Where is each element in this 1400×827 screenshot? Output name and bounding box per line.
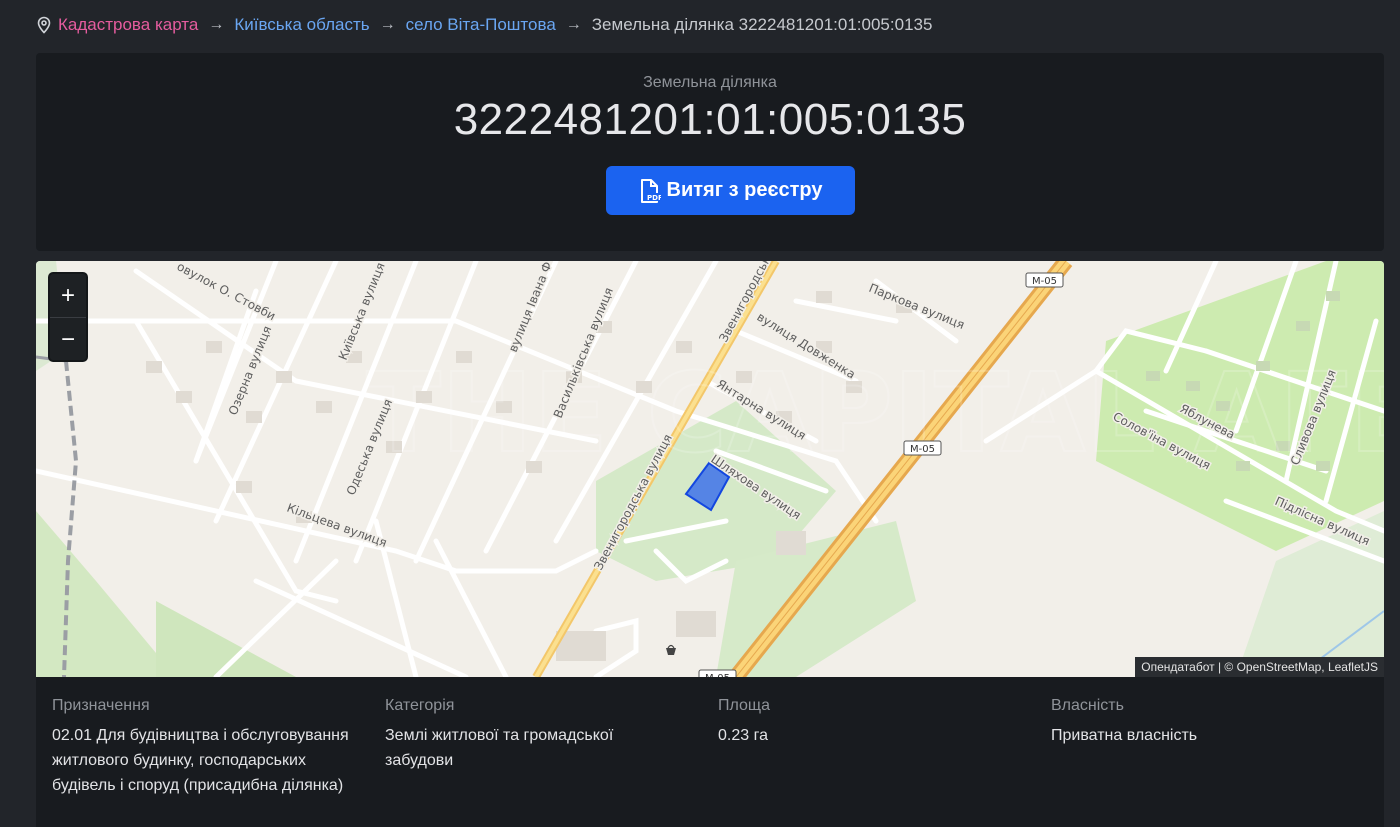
street-label: Кільцева вулиця xyxy=(285,501,389,550)
street-label: Паркова вулиця xyxy=(867,281,967,332)
parcel-subtitle: Земельна ділянка xyxy=(643,74,777,91)
registry-extract-button[interactable]: PDF Витяг з реєстру xyxy=(606,166,855,215)
svg-text:PDF: PDF xyxy=(647,194,661,202)
purpose-value: 02.01 Для будівництва і обслуговування ж… xyxy=(52,727,349,794)
ownership-column: Власність Приватна власність xyxy=(1051,697,1371,748)
parcel-header: Земельна ділянка 3222481201:01:005:0135 … xyxy=(36,53,1384,251)
category-value: Землі житлової та громадської забудови xyxy=(385,727,614,769)
page-title: 3222481201:01:005:0135 xyxy=(453,95,967,144)
breadcrumb-separator: → xyxy=(208,16,225,33)
street-label: вулиця Івана Ф xyxy=(506,261,555,354)
purpose-label: Призначення xyxy=(52,697,150,714)
map-attribution-text[interactable]: Опендатабот | © OpenStreetMap, LeafletJS xyxy=(1141,660,1378,674)
zoom-control: + − xyxy=(48,272,88,362)
map-tiles[interactable]: THE CAPITAL АГЕНТСТВО НЕРУХОМОСТІ овулок… xyxy=(36,261,1384,677)
area-label: Площа xyxy=(718,697,770,714)
breadcrumb: Кадастрова карта → Київська область → се… xyxy=(36,12,932,38)
category-column: Категорія Землі житлової та громадської … xyxy=(385,697,705,773)
breadcrumb-link-cadastral-map[interactable]: Кадастрова карта xyxy=(58,15,198,35)
breadcrumb-separator: → xyxy=(379,16,396,33)
location-pin-icon xyxy=(36,16,52,34)
shop-icon xyxy=(666,644,676,655)
pdf-file-icon: PDF xyxy=(639,178,661,204)
breadcrumb-link-region[interactable]: Київська область xyxy=(234,15,369,35)
ownership-label: Власність xyxy=(1051,697,1124,714)
area-column: Площа 0.23 га xyxy=(718,697,1038,748)
registry-extract-label: Витяг з реєстру xyxy=(666,179,823,201)
ownership-value: Приватна власність xyxy=(1051,727,1198,744)
category-label: Категорія xyxy=(385,697,455,714)
map-watermark: THE CAPITAL АГЕНТСТВО НЕРУХОМОСТІ xyxy=(366,349,1384,477)
road-shield-m05: M-05 xyxy=(1032,276,1057,287)
zoom-out-button[interactable]: − xyxy=(50,318,86,362)
purpose-column: Призначення 02.01 Для будівництва і обсл… xyxy=(52,697,372,798)
road-shield-m05: M-05 xyxy=(910,444,935,455)
parcel-info: Призначення 02.01 Для будівництва і обсл… xyxy=(36,677,1384,827)
breadcrumb-current: Земельна ділянка 3222481201:01:005:0135 xyxy=(591,15,933,34)
cadastral-map[interactable]: THE CAPITAL АГЕНТСТВО НЕРУХОМОСТІ овулок… xyxy=(36,261,1384,677)
area-value: 0.23 га xyxy=(718,727,768,744)
breadcrumb-separator: → xyxy=(565,16,582,33)
map-attribution[interactable]: Опендатабот | © OpenStreetMap, LeafletJS xyxy=(1135,657,1384,677)
breadcrumb-link-village[interactable]: село Віта-Поштова xyxy=(406,15,556,35)
zoom-in-button[interactable]: + xyxy=(50,274,86,318)
street-label: Звенигородськ xyxy=(716,261,773,344)
